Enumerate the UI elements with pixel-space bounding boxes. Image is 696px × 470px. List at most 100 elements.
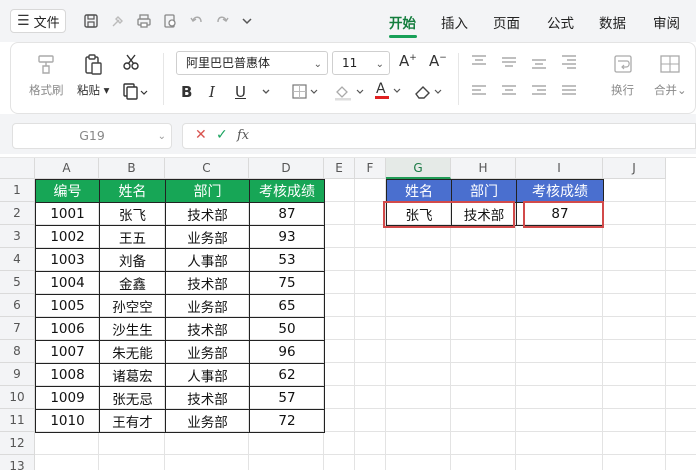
column-header-b[interactable]: B [99,158,165,179]
column-header-i[interactable]: I [516,158,603,179]
font-name-select[interactable]: 阿里巴巴普惠体 ⌄ [176,51,328,75]
row-header-8[interactable]: 8 [0,340,35,363]
copy-icon[interactable] [122,83,148,105]
tab-data[interactable]: 数据 [599,12,626,32]
fx-icon[interactable]: fx [237,128,249,143]
row-header-2[interactable]: 2 [0,202,35,225]
table1-header-cell[interactable]: 编号 [35,179,100,203]
table1-header-cell[interactable]: 考核成绩 [249,179,325,203]
row-header-1[interactable]: 1 [0,179,35,202]
table-cell[interactable]: 沙生生 [99,317,166,341]
table-cell[interactable]: 1003 [35,248,100,272]
formula-input-area[interactable]: ✕ ✓ fx [182,123,696,149]
row-header-12[interactable]: 12 [0,432,35,455]
table-cell[interactable]: 75 [249,271,325,295]
table-cell[interactable]: 1007 [35,340,100,364]
column-header-d[interactable]: D [249,158,324,179]
table-cell[interactable]: 技术部 [165,386,250,410]
select-all-corner[interactable] [0,158,35,179]
table-cell[interactable]: 87 [249,202,325,226]
save-icon[interactable] [83,10,99,32]
eraser-icon[interactable] [413,82,445,106]
table2-header-cell[interactable]: 姓名 [386,179,452,203]
column-header-j[interactable]: J [603,158,666,179]
file-menu-button[interactable]: ☰ 文件 [10,9,66,33]
table-cell[interactable]: 1005 [35,294,100,318]
font-size-select[interactable]: 11 ⌄ [332,51,390,75]
table1-header-cell[interactable]: 姓名 [99,179,166,203]
table-cell[interactable]: 技术部 [165,271,250,295]
row-header-13[interactable]: 13 [0,455,35,470]
undo-icon[interactable] [189,10,205,32]
table-cell[interactable]: 93 [249,225,325,249]
table-cell[interactable]: 技术部 [165,202,250,226]
tab-formula[interactable]: 公式 [547,12,574,32]
table-cell[interactable]: 孙空空 [99,294,166,318]
format-painter-button[interactable]: 格式刷 [29,53,64,98]
paste-button[interactable]: 粘贴 ▾ [77,53,109,98]
table-cell[interactable]: 96 [249,340,325,364]
table-cell[interactable]: 朱无能 [99,340,166,364]
row-header-3[interactable]: 3 [0,225,35,248]
underline-icon[interactable]: U [235,83,246,101]
column-header-e[interactable]: E [324,158,355,179]
row-header-11[interactable]: 11 [0,409,35,432]
table-cell[interactable]: 1006 [35,317,100,341]
table-cell[interactable]: 业务部 [165,409,250,433]
table-cell[interactable]: 53 [249,248,325,272]
table-cell[interactable]: 1009 [35,386,100,410]
table-cell[interactable]: 业务部 [165,294,250,318]
table-cell[interactable]: 张飞 [99,202,166,226]
row-header-4[interactable]: 4 [0,248,35,271]
table1-header-cell[interactable]: 部门 [165,179,250,203]
table-cell[interactable]: 业务部 [165,340,250,364]
confirm-icon[interactable]: ✓ [216,127,228,143]
table-cell[interactable]: 金鑫 [99,271,166,295]
table2-header-cell[interactable]: 考核成绩 [516,179,604,203]
tab-home[interactable]: 开始 [389,12,416,32]
decrease-font-icon[interactable]: A− [429,52,447,70]
column-header-a[interactable]: A [35,158,99,179]
column-header-c[interactable]: C [165,158,249,179]
table-cell[interactable]: 张无忌 [99,386,166,410]
table-cell[interactable]: 72 [249,409,325,433]
spreadsheet-grid[interactable]: ABCDEFGHIJ 1 2 3 4 5 6 7 8 9 10 11 12 13 编号 姓名 部门 考核成绩 1… [0,157,696,470]
table-cell[interactable]: 65 [249,294,325,318]
tab-review[interactable]: 审阅 [653,12,680,32]
table-cell[interactable]: 1008 [35,363,100,387]
column-header-f[interactable]: F [355,158,386,179]
table-cell[interactable]: 50 [249,317,325,341]
cancel-icon[interactable]: ✕ [195,127,207,143]
increase-font-icon[interactable]: A+ [399,52,417,70]
tab-insert[interactable]: 插入 [441,12,468,32]
table-cell[interactable]: 1004 [35,271,100,295]
table-cell[interactable]: 诸葛宏 [99,363,166,387]
merge-cells-button[interactable]: 合并⌄ [654,53,687,98]
table-cell[interactable]: 人事部 [165,248,250,272]
font-color-icon[interactable]: A [373,80,405,106]
table-cell[interactable]: 62 [249,363,325,387]
redo-icon[interactable] [214,10,230,32]
tab-page[interactable]: 页面 [493,12,520,32]
table-cell[interactable]: 1001 [35,202,100,226]
bold-icon[interactable]: B [181,83,192,101]
row-header-10[interactable]: 10 [0,386,35,409]
print-icon[interactable] [136,10,152,32]
brush-icon[interactable] [110,10,126,32]
preview-icon[interactable] [162,10,178,32]
fill-color-icon[interactable] [333,83,367,105]
table-cell[interactable]: 人事部 [165,363,250,387]
table-cell[interactable]: 业务部 [165,225,250,249]
row-header-7[interactable]: 7 [0,317,35,340]
column-header-h[interactable]: H [451,158,516,179]
border-icon[interactable] [291,83,321,105]
table-cell[interactable]: 刘备 [99,248,166,272]
underline-dropdown-icon[interactable] [261,83,271,103]
name-box[interactable]: G19 ⌄ [12,123,172,149]
column-header-g[interactable]: G [386,158,451,179]
table-cell[interactable]: 王五 [99,225,166,249]
italic-icon[interactable]: I [209,83,215,101]
table-cell[interactable]: 技术部 [165,317,250,341]
cut-icon[interactable] [122,53,140,75]
table-cell[interactable]: 1010 [35,409,100,433]
